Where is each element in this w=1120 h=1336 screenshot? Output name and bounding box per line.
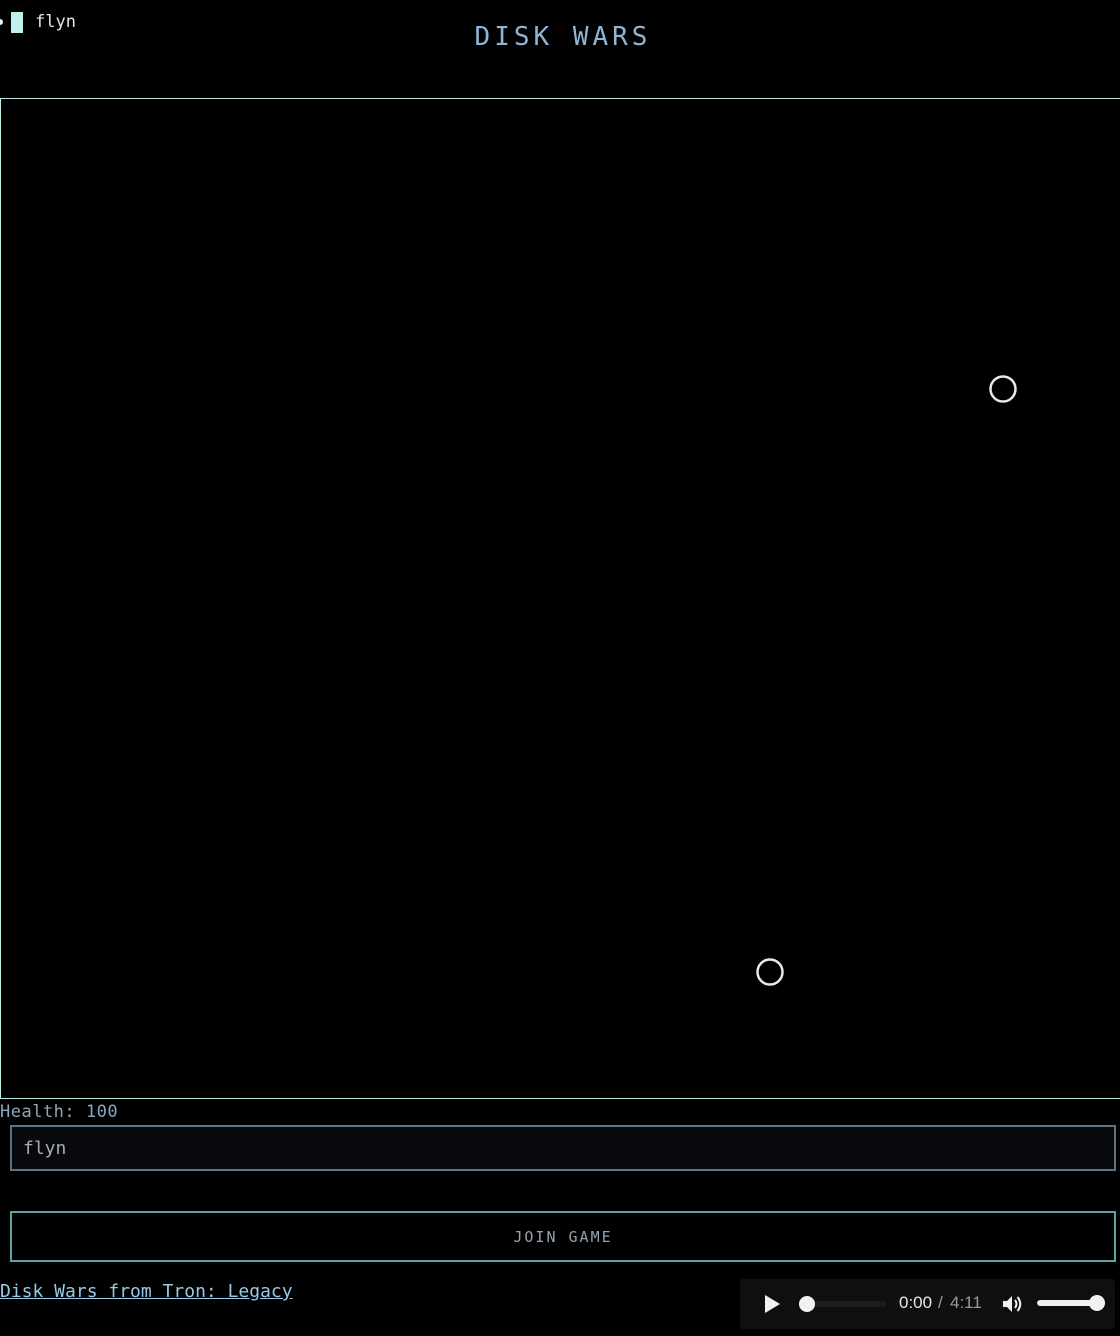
seek-thumb[interactable] <box>799 1296 815 1312</box>
disk <box>756 958 784 986</box>
total-time: 4:11 <box>950 1293 982 1312</box>
join-game-button[interactable]: JOIN GAME <box>10 1211 1116 1262</box>
disk <box>989 375 1017 403</box>
audio-player: 0:00 / 4:11 <box>740 1279 1115 1329</box>
volume-slider[interactable] <box>1037 1300 1097 1306</box>
game-page: flyn DISK WARS Health: 100 JOIN GAME Dis… <box>0 0 1120 1336</box>
play-icon[interactable] <box>762 1294 782 1314</box>
health-display: Health: 100 <box>0 1102 119 1122</box>
volume-thumb[interactable] <box>1089 1295 1105 1311</box>
arena-canvas[interactable] <box>1 99 1120 1100</box>
volume-fill <box>1037 1300 1097 1306</box>
page-title: DISK WARS <box>474 22 652 52</box>
time-separator: / <box>938 1293 943 1312</box>
current-time: 0:00 <box>899 1293 933 1312</box>
game-arena[interactable] <box>0 98 1120 1099</box>
player-name-input[interactable] <box>10 1125 1116 1171</box>
credit-link[interactable]: Disk Wars from Tron: Legacy <box>0 1281 293 1302</box>
volume-icon[interactable] <box>1002 1294 1024 1314</box>
